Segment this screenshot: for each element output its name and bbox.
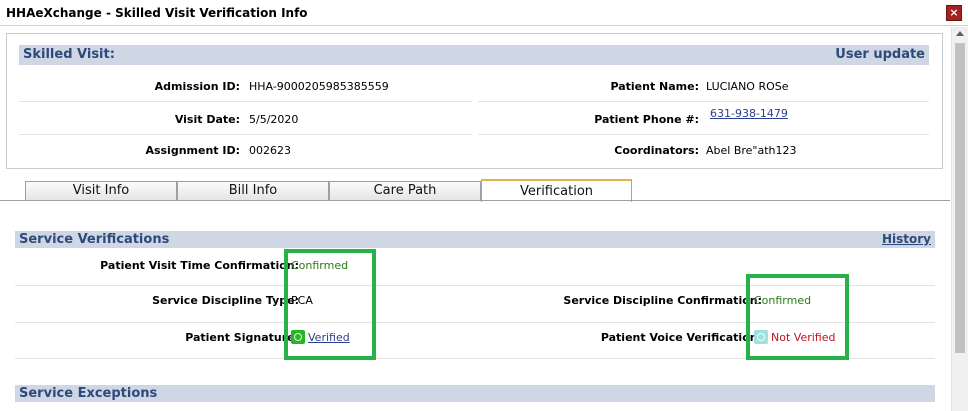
close-button[interactable]: ×	[946, 5, 962, 21]
skilled-visit-title: Skilled Visit:	[23, 47, 115, 62]
visit-date-value: 5/5/2020	[249, 113, 299, 126]
skilled-visit-panel: Skilled Visit: User update Admission ID:…	[6, 33, 943, 169]
visit-time-row: Patient Visit Time Confirmation: Confirm…	[15, 250, 935, 286]
patient-phone-row: Patient Phone #: 631-938-1479	[478, 103, 929, 135]
service-verifications-header: Service Verifications History	[15, 231, 935, 248]
vertical-scrollbar[interactable]	[951, 27, 968, 411]
visit-date-row: Visit Date: 5/5/2020	[19, 103, 472, 135]
coordinators-row: Coordinators: Abel Bre"ath123	[478, 136, 929, 168]
user-update-label: User update	[835, 47, 925, 62]
patient-voice-value: Not Verified	[754, 330, 835, 344]
close-icon: ×	[949, 6, 959, 19]
discipline-confirmation-label: Service Discipline Confirmation:	[563, 294, 762, 307]
tab-verification[interactable]: Verification	[481, 179, 632, 202]
patient-phone-label: Patient Phone #:	[594, 113, 699, 126]
assignment-id-label: Assignment ID:	[145, 144, 240, 157]
history-link[interactable]: History	[882, 232, 931, 246]
assignment-id-row: Assignment ID: 002623	[19, 136, 472, 168]
patient-signature-label: Patient Signature:	[185, 331, 299, 344]
visit-time-label: Patient Visit Time Confirmation:	[100, 259, 299, 272]
admission-id-row: Admission ID: HHA-9000205985385559	[19, 70, 472, 102]
signature-verified-icon[interactable]	[291, 330, 305, 344]
patient-name-label: Patient Name:	[610, 80, 699, 93]
tab-bill-info[interactable]: Bill Info	[177, 181, 329, 201]
scroll-up-arrow-icon[interactable]	[956, 31, 964, 36]
service-exceptions-header: Service Exceptions	[15, 385, 935, 402]
admission-id-label: Admission ID:	[154, 80, 240, 93]
service-exceptions-title: Service Exceptions	[19, 386, 158, 401]
signature-verified-link[interactable]: Verified	[308, 331, 350, 344]
tab-visit-info[interactable]: Visit Info	[25, 181, 177, 201]
assignment-id-value: 002623	[249, 144, 291, 157]
signature-voice-row: Patient Signature: Verified Patient Voic…	[15, 323, 935, 359]
window-titlebar: HHAeXchange - Skilled Visit Verification…	[0, 0, 968, 26]
visit-time-value: Confirmed	[291, 259, 349, 272]
patient-phone-link[interactable]: 631-938-1479	[710, 107, 788, 120]
tab-care-path[interactable]: Care Path	[329, 181, 481, 201]
scrollbar-thumb[interactable]	[955, 43, 965, 353]
discipline-type-label: Service Discipline Type:	[152, 294, 299, 307]
discipline-row: Service Discipline Type: PCA Service Dis…	[15, 287, 935, 323]
patient-name-row: Patient Name: LUCIANO ROSe	[478, 70, 929, 102]
visit-date-label: Visit Date:	[174, 113, 240, 126]
window-title: HHAeXchange - Skilled Visit Verification…	[6, 6, 308, 20]
discipline-type-value: PCA	[291, 294, 313, 307]
admission-id-value: HHA-9000205985385559	[249, 80, 389, 93]
patient-name-value: LUCIANO ROSe	[706, 80, 789, 93]
voice-unverified-icon	[754, 330, 768, 344]
coordinators-value: Abel Bre"ath123	[706, 144, 797, 157]
skilled-visit-header: Skilled Visit: User update	[19, 45, 929, 65]
tab-divider	[0, 200, 950, 201]
voice-not-verified-text: Not Verified	[771, 331, 836, 344]
patient-voice-label: Patient Voice Verification:	[600, 331, 762, 344]
discipline-confirmation-value: Confirmed	[754, 294, 812, 307]
service-verifications-title: Service Verifications	[19, 232, 170, 247]
patient-signature-value: Verified	[291, 330, 350, 344]
tab-bar: Visit Info Bill Info Care Path Verificat…	[0, 179, 950, 202]
coordinators-label: Coordinators:	[614, 144, 699, 157]
